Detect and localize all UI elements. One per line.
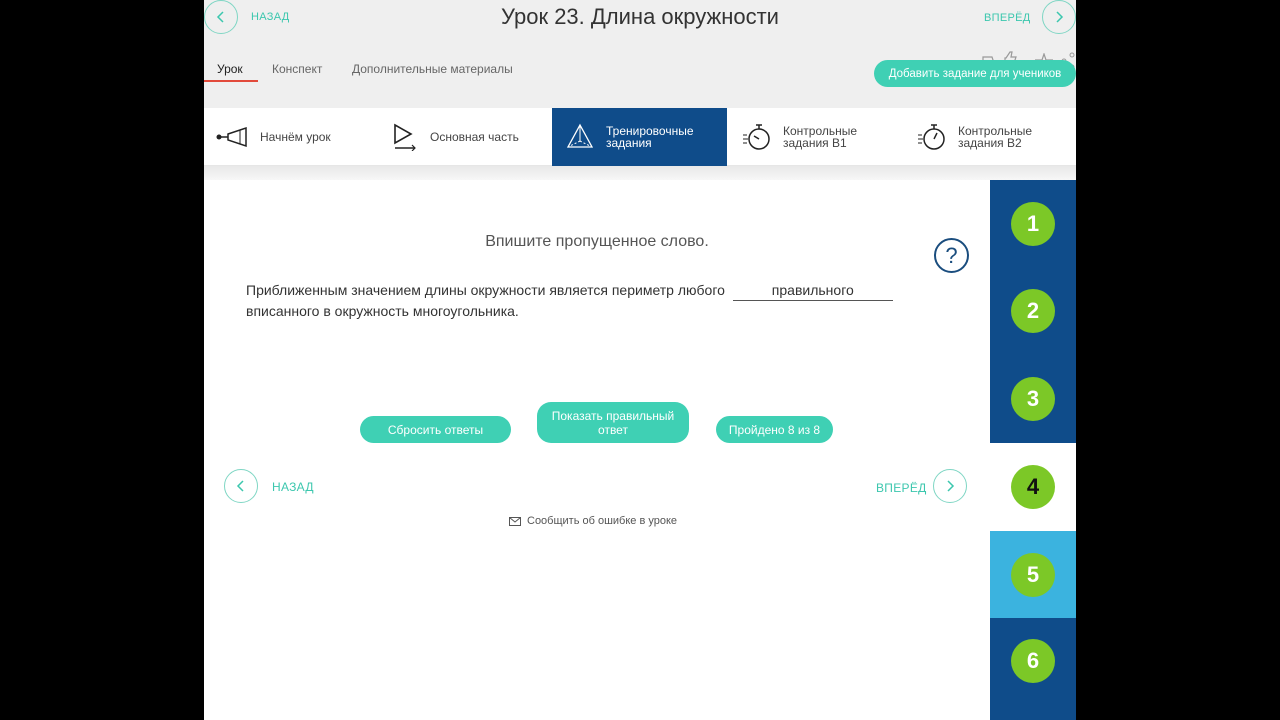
task-number: 4 xyxy=(1011,465,1055,509)
help-button[interactable]: ? xyxy=(934,238,969,273)
exercise-sentence: Приближенным значением длины окружности … xyxy=(246,280,946,321)
add-task-button[interactable]: Добавить задание для учеников xyxy=(874,60,1076,87)
lesson-steps-bar: Начнём урок Основная часть Тренировочные… xyxy=(204,108,1076,166)
step-main-part[interactable]: Основная часть xyxy=(386,108,546,166)
step-label: Контрольные задания В2 xyxy=(958,125,1032,149)
task-item-6[interactable]: 6 xyxy=(990,618,1076,720)
chevron-right-icon xyxy=(947,480,955,492)
forward-arrow-button[interactable] xyxy=(1042,0,1076,34)
step-label-line2: задания В2 xyxy=(958,136,1022,150)
tab-additional-materials[interactable]: Дополнительные материалы xyxy=(352,62,513,76)
step-label: Основная часть xyxy=(430,130,519,144)
task-item-2[interactable]: 2 xyxy=(990,267,1076,355)
answer-input[interactable]: правильного xyxy=(732,280,893,301)
tab-summary[interactable]: Конспект xyxy=(272,62,322,76)
step-label: Начнём урок xyxy=(260,130,331,144)
megaphone-icon xyxy=(216,119,252,155)
show-answer-label: Показать правильный ответ xyxy=(552,409,674,437)
bottom-forward-arrow-button[interactable] xyxy=(933,469,967,503)
chevron-left-icon xyxy=(236,480,244,492)
task-number: 2 xyxy=(1011,289,1055,333)
task-number: 1 xyxy=(1011,201,1055,246)
app-window: НАЗАД Урок 23. Длина окружности ВПЕРЁД У… xyxy=(204,0,1076,720)
steps-shadow xyxy=(204,166,1076,180)
page-title: Урок 23. Длина окружности xyxy=(501,4,779,29)
progress-badge: Пройдено 8 из 8 xyxy=(716,416,833,443)
stopwatch-icon xyxy=(739,119,775,155)
bottom-back-link[interactable]: НАЗАД xyxy=(272,480,314,494)
task-number: 5 xyxy=(1011,552,1055,597)
step-control-tasks-b2[interactable]: Контрольные задания В2 xyxy=(914,108,1074,166)
play-icon xyxy=(386,119,422,155)
task-item-1[interactable]: 1 xyxy=(990,180,1076,267)
show-answer-button[interactable]: Показать правильный ответ xyxy=(537,402,689,443)
tab-lesson[interactable]: Урок xyxy=(217,62,243,76)
reset-answers-button[interactable]: Сбросить ответы xyxy=(360,416,511,443)
step-label-line2: задания В1 xyxy=(783,136,847,150)
report-error-label: Сообщить об ошибке в уроке xyxy=(527,515,678,527)
step-control-tasks-b1[interactable]: Контрольные задания В1 xyxy=(739,108,909,166)
step-label: Тренировочные задания xyxy=(606,125,694,149)
envelope-icon xyxy=(509,516,521,526)
report-error-link[interactable]: Сообщить об ошибке в уроке xyxy=(509,515,677,527)
bottom-back-arrow-button[interactable] xyxy=(224,469,258,503)
sentence-part-after: вписанного в окружность многоугольника. xyxy=(246,303,519,319)
show-answer-line1: Показать правильный xyxy=(551,408,675,423)
step-label-line2: задания xyxy=(606,136,652,150)
show-answer-line2: ответ xyxy=(598,422,628,437)
sentence-part-before: Приближенным значением длины окружности … xyxy=(246,282,725,298)
step-training-tasks[interactable]: Тренировочные задания xyxy=(552,108,727,166)
exercise-instruction: Впишите пропущенное слово. xyxy=(485,233,709,250)
task-item-3[interactable]: 3 xyxy=(990,355,1076,443)
stopwatch-icon xyxy=(914,119,950,155)
task-number: 3 xyxy=(1011,377,1055,421)
task-navigator: 1 2 3 4 5 6 xyxy=(990,180,1076,720)
step-start-lesson[interactable]: Начнём урок xyxy=(216,108,376,166)
pyramid-icon xyxy=(562,119,598,155)
task-item-5[interactable]: 5 xyxy=(990,531,1076,618)
task-number: 6 xyxy=(1011,639,1055,683)
lesson-header: НАЗАД Урок 23. Длина окружности ВПЕРЁД У… xyxy=(204,0,1076,108)
chevron-right-icon xyxy=(1056,11,1064,23)
active-tab-indicator xyxy=(204,80,258,82)
forward-link[interactable]: ВПЕРЁД xyxy=(984,12,1031,24)
bottom-forward-link[interactable]: ВПЕРЁД xyxy=(876,481,927,495)
step-label: Контрольные задания В1 xyxy=(783,125,857,149)
task-item-4[interactable]: 4 xyxy=(990,443,1076,531)
